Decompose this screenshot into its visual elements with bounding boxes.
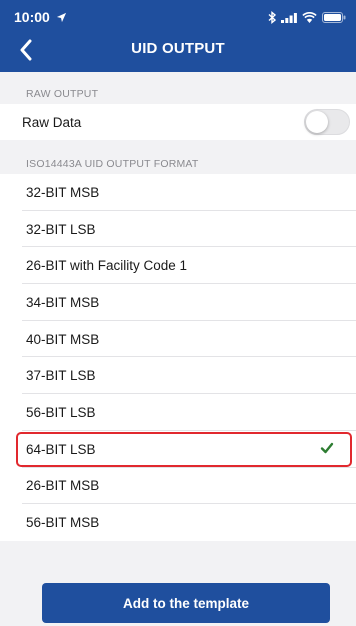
format-option-label: 40-BIT MSB bbox=[26, 331, 100, 347]
app-header: 10:00 UID OUTPUT bbox=[0, 0, 356, 72]
settings-content[interactable]: RAW OUTPUT Raw Data ISO14443A UID OUTPUT… bbox=[0, 72, 356, 626]
format-option-label: 26-BIT MSB bbox=[26, 478, 100, 494]
format-option-row[interactable]: 56-BIT LSB bbox=[0, 394, 356, 431]
raw-data-label: Raw Data bbox=[22, 114, 82, 130]
checkmark-icon bbox=[320, 442, 334, 454]
bluetooth-icon bbox=[268, 10, 276, 24]
format-option-row[interactable]: 26-BIT with Facility Code 1 bbox=[0, 247, 356, 285]
format-option-label: 32-BIT LSB bbox=[26, 221, 96, 237]
footer: Add to the template bbox=[0, 579, 356, 626]
signal-icon bbox=[281, 12, 297, 23]
format-option-row[interactable]: 37-BIT LSB bbox=[0, 357, 356, 395]
battery-icon bbox=[322, 11, 346, 23]
status-time-text: 10:00 bbox=[14, 9, 50, 25]
format-option-label: 64-BIT LSB bbox=[26, 441, 96, 457]
format-option-label: 56-BIT MSB bbox=[26, 515, 100, 531]
format-option-label: 34-BIT MSB bbox=[26, 294, 100, 310]
raw-data-row: Raw Data bbox=[0, 104, 356, 140]
format-option-row[interactable]: 26-BIT MSB bbox=[0, 467, 356, 505]
format-option-row[interactable]: 40-BIT MSB bbox=[0, 320, 356, 358]
uid-format-list: 32-BIT MSB 32-BIT LSB 26-BIT with Facility… bbox=[0, 174, 356, 541]
format-option-label: 32-BIT MSB bbox=[26, 184, 100, 200]
raw-data-toggle[interactable] bbox=[304, 109, 350, 135]
toggle-knob bbox=[306, 111, 328, 133]
app-screen: 10:00 UID OUTPUT RAW OUTPUT Raw Data ISO… bbox=[0, 0, 356, 626]
format-option-row[interactable]: 64-BIT LSB bbox=[0, 430, 356, 468]
wifi-icon bbox=[302, 11, 317, 23]
section-header-uid-format: ISO14443A UID OUTPUT FORMAT bbox=[26, 158, 199, 170]
section-header-raw-output: RAW OUTPUT bbox=[26, 88, 99, 100]
format-option-row[interactable]: 32-BIT LSB bbox=[0, 210, 356, 248]
format-option-label: 37-BIT LSB bbox=[26, 368, 96, 384]
format-option-label: 56-BIT LSB bbox=[26, 404, 96, 420]
page-title: UID OUTPUT bbox=[131, 40, 225, 57]
status-time: 10:00 bbox=[14, 9, 67, 25]
format-option-label: 26-BIT with Facility Code 1 bbox=[26, 258, 188, 274]
location-arrow-icon bbox=[56, 12, 66, 23]
status-bar: 10:00 bbox=[0, 0, 356, 32]
format-option-row[interactable]: 34-BIT MSB bbox=[0, 284, 356, 321]
nav-bar: UID OUTPUT bbox=[0, 32, 356, 68]
add-to-template-button[interactable]: Add to the template bbox=[42, 583, 330, 623]
status-icons bbox=[268, 10, 346, 24]
format-option-row[interactable]: 32-BIT MSB bbox=[0, 174, 356, 211]
format-option-row[interactable]: 56-BIT MSB bbox=[0, 504, 356, 541]
